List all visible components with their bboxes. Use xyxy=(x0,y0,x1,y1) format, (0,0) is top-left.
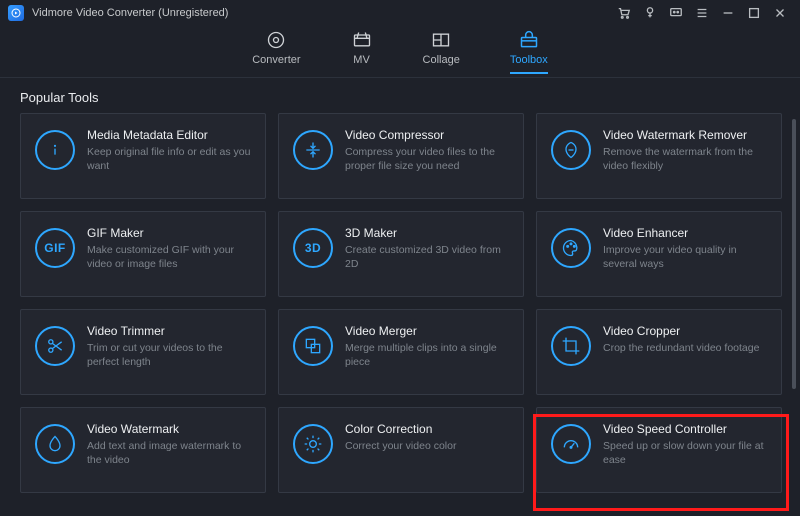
tool-title: GIF Maker xyxy=(87,226,251,240)
tool-video-enhancer[interactable]: Video Enhancer Improve your video qualit… xyxy=(536,211,782,297)
tool-desc: Add text and image watermark to the vide… xyxy=(87,440,251,467)
tool-desc: Create customized 3D video from 2D xyxy=(345,244,509,271)
merge-icon xyxy=(293,326,333,366)
close-button[interactable] xyxy=(768,1,792,25)
watermark-remove-icon xyxy=(551,130,591,170)
tool-desc: Trim or cut your videos to the perfect l… xyxy=(87,342,251,369)
threed-icon: 3D xyxy=(293,228,333,268)
tool-video-merger[interactable]: Video Merger Merge multiple clips into a… xyxy=(278,309,524,395)
tool-desc: Improve your video quality in several wa… xyxy=(603,244,767,271)
tool-desc: Correct your video color xyxy=(345,440,509,454)
feedback-icon[interactable] xyxy=(664,1,688,25)
section-title: Popular Tools xyxy=(0,78,800,113)
tool-video-speed-controller[interactable]: Video Speed Controller Speed up or slow … xyxy=(536,407,782,493)
tool-desc: Merge multiple clips into a single piece xyxy=(345,342,509,369)
tool-color-correction[interactable]: Color Correction Correct your video colo… xyxy=(278,407,524,493)
tab-label: Collage xyxy=(423,54,460,66)
main-tabs: Converter MV Collage Toolbox xyxy=(0,26,800,78)
crop-icon xyxy=(551,326,591,366)
key-icon[interactable] xyxy=(638,1,662,25)
menu-icon[interactable] xyxy=(690,1,714,25)
tool-title: Video Watermark Remover xyxy=(603,128,767,142)
gif-icon: GIF xyxy=(35,228,75,268)
tab-mv[interactable]: MV xyxy=(351,30,373,74)
sun-icon xyxy=(293,424,333,464)
tool-title: Video Trimmer xyxy=(87,324,251,338)
tool-title: Video Speed Controller xyxy=(603,422,767,436)
tool-gif-maker[interactable]: GIF GIF Maker Make customized GIF with y… xyxy=(20,211,266,297)
window-title: Vidmore Video Converter (Unregistered) xyxy=(32,7,228,19)
tool-video-watermark-remover[interactable]: Video Watermark Remover Remove the water… xyxy=(536,113,782,199)
tool-title: Color Correction xyxy=(345,422,509,436)
tool-3d-maker[interactable]: 3D 3D Maker Create customized 3D video f… xyxy=(278,211,524,297)
tool-title: Video Compressor xyxy=(345,128,509,142)
tool-video-cropper[interactable]: Video Cropper Crop the redundant video f… xyxy=(536,309,782,395)
tool-desc: Keep original file info or edit as you w… xyxy=(87,146,251,173)
tab-collage[interactable]: Collage xyxy=(423,30,460,74)
scissors-icon xyxy=(35,326,75,366)
tool-media-metadata-editor[interactable]: Media Metadata Editor Keep original file… xyxy=(20,113,266,199)
tool-video-compressor[interactable]: Video Compressor Compress your video fil… xyxy=(278,113,524,199)
maximize-button[interactable] xyxy=(742,1,766,25)
tool-title: 3D Maker xyxy=(345,226,509,240)
tool-title: Video Cropper xyxy=(603,324,767,338)
tool-title: Video Watermark xyxy=(87,422,251,436)
minimize-button[interactable] xyxy=(716,1,740,25)
info-icon xyxy=(35,130,75,170)
tab-converter[interactable]: Converter xyxy=(252,30,300,74)
tool-video-trimmer[interactable]: Video Trimmer Trim or cut your videos to… xyxy=(20,309,266,395)
tool-desc: Crop the redundant video footage xyxy=(603,342,767,356)
tool-title: Media Metadata Editor xyxy=(87,128,251,142)
tool-title: Video Merger xyxy=(345,324,509,338)
tool-title: Video Enhancer xyxy=(603,226,767,240)
app-logo xyxy=(8,5,24,21)
palette-icon xyxy=(551,228,591,268)
tools-grid: Media Metadata Editor Keep original file… xyxy=(20,113,786,493)
tool-desc: Compress your video files to the proper … xyxy=(345,146,509,173)
tool-desc: Make customized GIF with your video or i… xyxy=(87,244,251,271)
titlebar: Vidmore Video Converter (Unregistered) xyxy=(0,0,800,26)
tool-video-watermark[interactable]: Video Watermark Add text and image water… xyxy=(20,407,266,493)
compress-icon xyxy=(293,130,333,170)
scrollbar[interactable] xyxy=(792,119,796,389)
tab-label: MV xyxy=(353,54,370,66)
tool-desc: Speed up or slow down your file at ease xyxy=(603,440,767,467)
tab-toolbox[interactable]: Toolbox xyxy=(510,30,548,74)
tab-label: Converter xyxy=(252,54,300,66)
tab-label: Toolbox xyxy=(510,54,548,66)
cart-icon[interactable] xyxy=(612,1,636,25)
tool-desc: Remove the watermark from the video flex… xyxy=(603,146,767,173)
droplet-icon xyxy=(35,424,75,464)
gauge-icon xyxy=(551,424,591,464)
tools-grid-wrap: Media Metadata Editor Keep original file… xyxy=(0,113,800,511)
